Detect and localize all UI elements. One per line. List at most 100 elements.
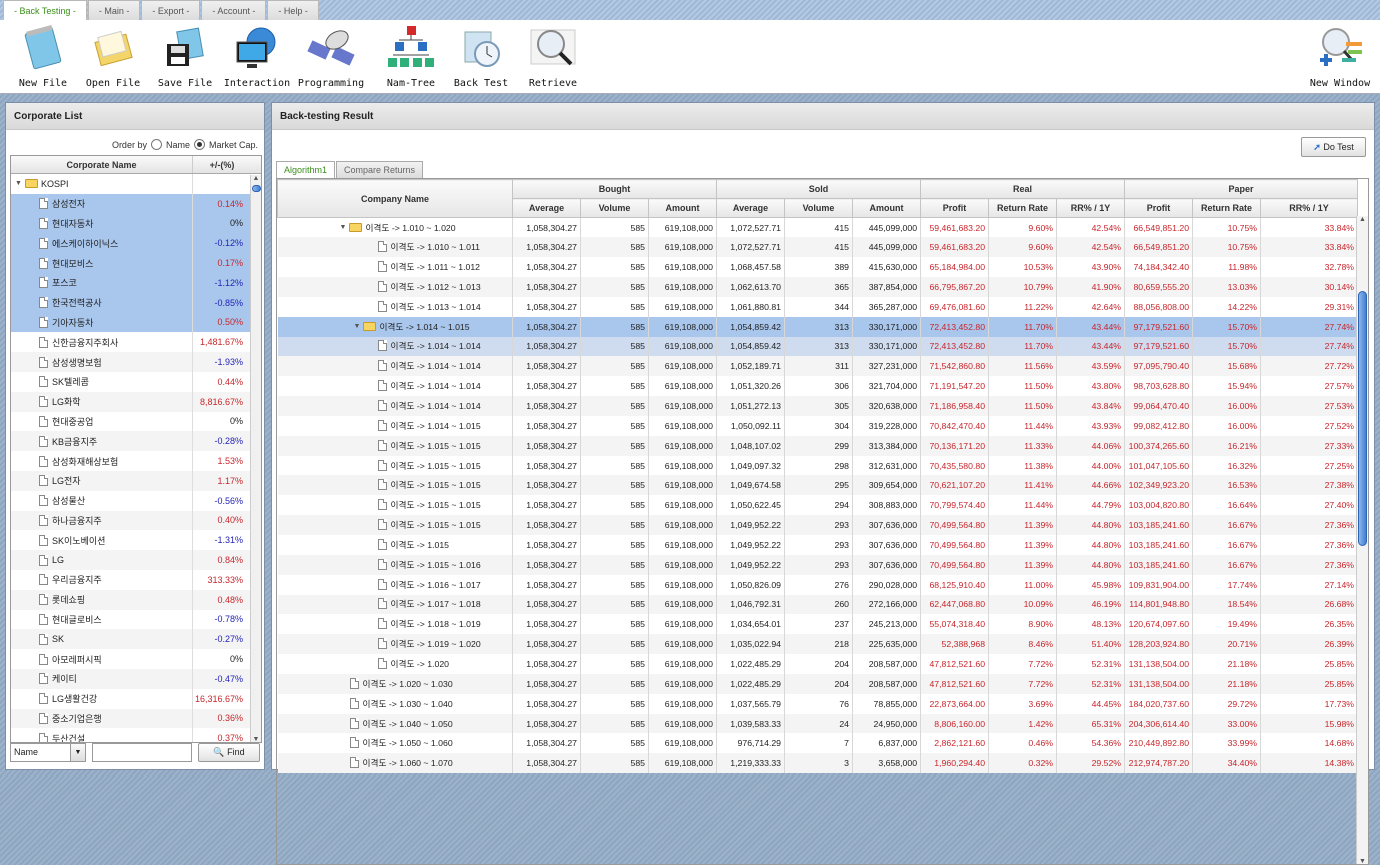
result-row[interactable]: 이격도 -> 1.016 ~ 1.017 1,058,304.27 585 619,1… — [277, 574, 1359, 595]
corporate-row[interactable]: LG화학 8,816.67% — [11, 391, 261, 412]
corporate-row[interactable]: 포스코 -1.12% — [11, 272, 261, 293]
col-change-pct[interactable]: +/-(%) — [193, 156, 251, 173]
corporate-row[interactable]: 삼성화재해상보험 1.53% — [11, 451, 261, 471]
corporate-row[interactable]: 하나금융지주 0.40% — [11, 510, 261, 531]
corporate-row[interactable]: 삼성생명보험 -1.93% — [11, 352, 261, 372]
result-row[interactable]: 이격도 -> 1.015 1,058,304.27 585 619,108,000 1,… — [277, 535, 1359, 555]
new-window-button[interactable]: New Window — [1302, 24, 1378, 89]
corporate-row[interactable]: 삼성전자 0.14% — [11, 193, 261, 214]
search-input[interactable] — [92, 743, 192, 762]
result-row[interactable]: 이격도 -> 1.015 ~ 1.015 1,058,304.27 585 619,1… — [277, 455, 1359, 476]
result-row[interactable]: 이격도 -> 1.040 ~ 1.050 1,058,304.27 585 619,1… — [277, 713, 1359, 734]
scroll-thumb[interactable] — [252, 185, 261, 192]
result-row[interactable]: 이격도 -> 1.015 ~ 1.015 1,058,304.27 585 619,1… — [277, 475, 1359, 496]
toolbar-button-retrieve[interactable]: Retrieve — [518, 24, 588, 89]
subcol-header[interactable]: Profit — [1124, 198, 1194, 218]
result-row[interactable]: 이격도 -> 1.030 ~ 1.040 1,058,304.27 585 619,1… — [277, 693, 1359, 714]
tab-algorithm1[interactable]: Algorithm1 — [276, 161, 336, 178]
result-row[interactable]: 이격도 -> 1.017 ~ 1.018 1,058,304.27 585 619,1… — [277, 594, 1359, 615]
search-field-select[interactable]: Name ▼ — [10, 743, 86, 762]
toolbar-button-back-test[interactable]: Back Test — [446, 24, 516, 89]
menu-tab[interactable]: - Export - — [141, 0, 201, 20]
result-row[interactable]: 이격도 -> 1.014 ~ 1.014 1,058,304.27 585 619,1… — [277, 356, 1359, 377]
result-row[interactable]: 이격도 -> 1.050 ~ 1.060 1,058,304.27 585 619,1… — [277, 733, 1359, 754]
result-row[interactable]: 이격도 -> 1.015 ~ 1.016 1,058,304.27 585 619,1… — [277, 554, 1359, 575]
toolbar-button-open-file[interactable]: Open File — [78, 24, 148, 89]
toolbar-button-programming[interactable]: Programming — [296, 24, 366, 89]
find-button[interactable]: 🔍 Find — [198, 743, 260, 762]
corporate-row[interactable]: SK이노베이션 -1.31% — [11, 530, 261, 551]
do-test-button[interactable]: ➚ Do Test — [1301, 137, 1366, 157]
result-row[interactable]: 이격도 -> 1.010 ~ 1.011 1,058,304.27 585 619,1… — [277, 237, 1359, 258]
order-name-radio[interactable] — [150, 139, 162, 150]
corporate-row[interactable]: 케이티 -0.47% — [11, 668, 261, 689]
result-row[interactable]: 이격도 -> 1.015 ~ 1.015 1,058,304.27 585 619,1… — [277, 515, 1359, 535]
result-row[interactable]: ▼ 이격도 -> 1.014 ~ 1.015 1,058,304.27 585 619,… — [277, 316, 1359, 337]
corporate-row[interactable]: 롯데쇼핑 0.48% — [11, 589, 261, 610]
tree-root-kospi[interactable]: ▼ KOSPI — [11, 174, 261, 194]
subcol-header[interactable]: Return Rate — [988, 198, 1058, 218]
tab-compare-returns[interactable]: Compare Returns — [336, 161, 424, 178]
result-row[interactable]: 이격도 -> 1.014 ~ 1.014 1,058,304.27 585 619,1… — [277, 396, 1359, 416]
scroll-up-icon[interactable]: ▲ — [251, 175, 261, 182]
subcol-header[interactable]: Volume — [580, 198, 649, 218]
col-company-name[interactable]: Company Name — [277, 179, 513, 218]
result-row[interactable]: ▼ 이격도 -> 1.010 ~ 1.020 1,058,304.27 585 619,… — [277, 217, 1359, 238]
subcol-header[interactable]: Amount — [852, 198, 922, 218]
corporate-row[interactable]: 에스케이하이닉스 -0.12% — [11, 233, 261, 254]
subcol-header[interactable]: Return Rate — [1192, 198, 1262, 218]
corporate-row[interactable]: 한국전력공사 -0.85% — [11, 292, 261, 313]
result-row[interactable]: 이격도 -> 1.015 ~ 1.015 1,058,304.27 585 619,1… — [277, 435, 1359, 456]
expand-icon[interactable]: ▼ — [15, 180, 22, 187]
corporate-row[interactable]: 현대중공업 0% — [11, 411, 261, 432]
corporate-row[interactable]: 신한금융지주회사 1,481.67% — [11, 332, 261, 353]
result-row[interactable]: 이격도 -> 1.011 ~ 1.012 1,058,304.27 585 619,1… — [277, 257, 1359, 278]
corporate-row[interactable]: 기아자동차 0.50% — [11, 312, 261, 333]
subcol-header[interactable]: Average — [512, 198, 581, 218]
result-row[interactable]: 이격도 -> 1.012 ~ 1.013 1,058,304.27 585 619,1… — [277, 277, 1359, 297]
result-row[interactable]: 이격도 -> 1.018 ~ 1.019 1,058,304.27 585 619,1… — [277, 614, 1359, 635]
subcol-header[interactable]: RR% / 1Y — [1056, 198, 1126, 218]
scroll-down-icon[interactable]: ▼ — [1357, 858, 1368, 864]
expand-icon[interactable]: ▼ — [340, 224, 347, 231]
corporate-list-scrollbar[interactable]: ▲ ▼ — [250, 175, 261, 742]
result-row[interactable]: 이격도 -> 1.019 ~ 1.020 1,058,304.27 585 619,1… — [277, 634, 1359, 655]
expand-icon[interactable]: ▼ — [354, 323, 361, 330]
result-row[interactable]: 이격도 -> 1.015 ~ 1.015 1,058,304.27 585 619,1… — [277, 495, 1359, 516]
scroll-thumb[interactable] — [1358, 291, 1367, 546]
chevron-down-icon[interactable]: ▼ — [70, 744, 85, 761]
subcol-header[interactable]: RR% / 1Y — [1260, 198, 1359, 218]
corporate-row[interactable]: SK -0.27% — [11, 629, 261, 650]
order-marketcap-radio[interactable] — [193, 139, 205, 150]
scroll-down-icon[interactable]: ▼ — [251, 736, 261, 742]
corporate-row[interactable]: SK텔레콤 0.44% — [11, 371, 261, 392]
corporate-row[interactable]: LG전자 1.17% — [11, 470, 261, 491]
corporate-row[interactable]: 현대자동차 0% — [11, 213, 261, 234]
toolbar-button-save-file[interactable]: Save File — [150, 24, 220, 89]
menu-tab[interactable]: - Help - — [267, 0, 319, 20]
result-row[interactable]: 이격도 -> 1.014 ~ 1.014 1,058,304.27 585 619,1… — [277, 336, 1359, 357]
toolbar-button-new-file[interactable]: New File — [8, 24, 78, 89]
result-row[interactable]: 이격도 -> 1.013 ~ 1.014 1,058,304.27 585 619,1… — [277, 296, 1359, 317]
menu-tab[interactable]: - Main - — [87, 0, 141, 20]
result-grid-scrollbar[interactable]: ▲ ▼ — [1356, 216, 1368, 864]
toolbar-button-nam-tree[interactable]: Nam-Tree — [376, 24, 446, 89]
corporate-row[interactable]: 아모레퍼시픽 0% — [11, 649, 261, 669]
corporate-row[interactable]: LG 0.84% — [11, 550, 261, 570]
menu-tab[interactable]: - Account - — [201, 0, 267, 20]
result-row[interactable]: 이격도 -> 1.014 ~ 1.015 1,058,304.27 585 619,1… — [277, 415, 1359, 436]
subcol-header[interactable]: Average — [716, 198, 786, 218]
result-row[interactable]: 이격도 -> 1.020 ~ 1.030 1,058,304.27 585 619,1… — [277, 673, 1359, 694]
corporate-row[interactable]: 현대글로비스 -0.78% — [11, 609, 261, 630]
corporate-row[interactable]: 현대모비스 0.17% — [11, 253, 261, 273]
corporate-row[interactable]: 삼성물산 -0.56% — [11, 490, 261, 511]
result-row[interactable]: 이격도 -> 1.020 1,058,304.27 585 619,108,000 1,… — [277, 654, 1359, 674]
corporate-row[interactable]: 중소기업은행 0.36% — [11, 708, 261, 729]
corporate-row[interactable]: LG생활건강 16,316.67% — [11, 688, 261, 709]
scroll-up-icon[interactable]: ▲ — [1357, 216, 1368, 223]
result-row[interactable]: 이격도 -> 1.060 ~ 1.070 1,058,304.27 585 619,1… — [277, 753, 1359, 774]
toolbar-button-interaction[interactable]: Interaction — [222, 24, 292, 89]
subcol-header[interactable]: Amount — [647, 198, 718, 218]
corporate-row[interactable]: KB금융지주 -0.28% — [11, 431, 261, 452]
subcol-header[interactable]: Volume — [784, 198, 854, 218]
